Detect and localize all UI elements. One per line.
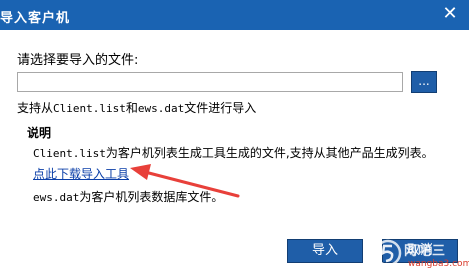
choose-file-label: 请选择要导入的文件: bbox=[17, 53, 139, 68]
notes-line-ews-dat: ews.dat为客户机列表数据库文件。 bbox=[33, 188, 223, 205]
window-title: 导入客户机 bbox=[0, 11, 71, 26]
cancel-button[interactable]: 取消 bbox=[382, 239, 458, 263]
notes-heading: 说明 bbox=[27, 126, 52, 140]
notes-line2-text: 为客户机列表数据库文件。 bbox=[79, 190, 224, 204]
support-suffix: 文件进行导入 bbox=[184, 101, 257, 115]
title-bar: 导入客户机 ✕ bbox=[0, 0, 469, 30]
support-file-ews-dat: ews.dat bbox=[137, 102, 185, 115]
support-and: 和 bbox=[125, 101, 138, 115]
support-prefix: 支持从 bbox=[17, 101, 54, 115]
browse-button[interactable]: ... bbox=[411, 71, 437, 93]
notes-file-client-list: Client.list bbox=[33, 147, 106, 160]
notes-line1-text: 为客户机列表生成工具生成的文件,支持从其他产品生成列表。 bbox=[105, 146, 434, 160]
download-import-tool-link[interactable]: 点此下载导入工具 bbox=[33, 165, 129, 182]
close-icon[interactable]: ✕ bbox=[440, 4, 460, 24]
support-text: 支持从Client.list和ews.dat文件进行导入 bbox=[17, 99, 256, 116]
support-file-client-list: Client.list bbox=[53, 102, 126, 115]
file-path-input[interactable] bbox=[17, 72, 403, 92]
notes-line-client-list: Client.list为客户机列表生成工具生成的文件,支持从其他产品生成列表。 bbox=[33, 144, 434, 161]
notes-file-ews-dat: ews.dat bbox=[33, 191, 80, 204]
import-button[interactable]: 导入 bbox=[287, 239, 363, 263]
